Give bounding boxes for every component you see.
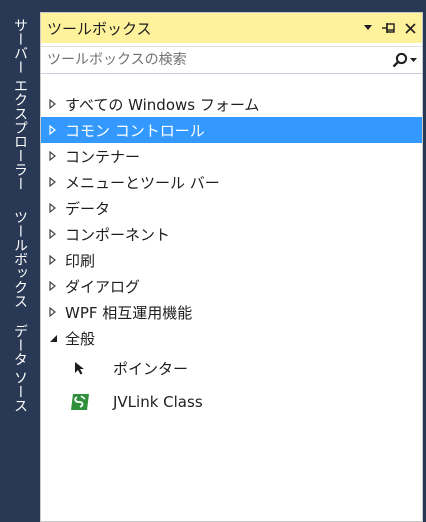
tool-pointer[interactable]: ポインター (41, 351, 422, 385)
category-containers[interactable]: コンテナー (41, 143, 422, 169)
category-components[interactable]: コンポーネント (41, 221, 422, 247)
category-label: メニューとツール バー (65, 173, 220, 192)
close-icon (404, 22, 416, 34)
search-icon (392, 52, 407, 68)
category-label: 全般 (65, 329, 96, 348)
category-label: コンポーネント (65, 225, 171, 244)
category-common-controls[interactable]: コモン コントロール (41, 117, 422, 143)
category-dialogs[interactable]: ダイアログ (41, 273, 422, 299)
triangle-down-icon (364, 25, 372, 30)
category-label: 印刷 (65, 251, 96, 270)
toolbox-tab[interactable]: ツールボックス (0, 205, 40, 313)
collapsed-arrow-icon[interactable] (41, 99, 61, 109)
auto-hide-pin-button[interactable] (380, 19, 398, 37)
collapsed-arrow-icon[interactable] (41, 281, 61, 291)
category-label: すべての Windows フォーム (65, 95, 260, 114)
category-label: ダイアログ (65, 277, 141, 296)
toolbox-window: ツールボックス すべての Windows (40, 12, 423, 522)
tool-label: ポインター (113, 359, 189, 378)
collapsed-arrow-icon[interactable] (41, 125, 61, 135)
close-button[interactable] (401, 19, 419, 37)
tool-label: JVLink Class (113, 393, 203, 411)
window-options-button[interactable] (359, 19, 377, 37)
toolbox-search-input[interactable] (41, 47, 386, 73)
search-button[interactable] (386, 47, 422, 73)
category-data[interactable]: データ (41, 195, 422, 221)
toolbox-title: ツールボックス (47, 19, 152, 38)
collapsed-arrow-icon[interactable] (41, 203, 61, 213)
pointer-arrow-icon (69, 357, 91, 379)
pin-icon (382, 23, 395, 33)
category-menus-toolbars[interactable]: メニューとツール バー (41, 169, 422, 195)
category-label: コモン コントロール (65, 121, 205, 140)
category-label: コンテナー (65, 147, 141, 166)
category-label: WPF 相互運用機能 (65, 303, 193, 322)
chevron-down-icon (409, 57, 417, 62)
toolbox-tab-label: ツールボックス (12, 210, 28, 308)
collapsed-arrow-icon[interactable] (41, 307, 61, 317)
collapsed-arrow-icon[interactable] (41, 177, 61, 187)
category-printing[interactable]: 印刷 (41, 247, 422, 273)
jvlink-component-icon (69, 391, 91, 413)
collapsed-arrow-icon[interactable] (41, 151, 61, 161)
toolbox-title-bar[interactable]: ツールボックス (41, 13, 422, 43)
category-general[interactable]: 全般 (41, 325, 422, 351)
data-sources-tab-label: データ ソース (12, 323, 28, 413)
category-wpf-interop[interactable]: WPF 相互運用機能 (41, 299, 422, 325)
dock-tab-strip: サーバー エクスプローラー ツールボックス データ ソース (0, 0, 40, 522)
collapsed-arrow-icon[interactable] (41, 229, 61, 239)
category-label: データ (65, 199, 111, 218)
collapsed-arrow-icon[interactable] (41, 255, 61, 265)
category-all-windows-forms[interactable]: すべての Windows フォーム (41, 91, 422, 117)
toolbox-search-box (41, 46, 422, 74)
server-explorer-tab-label: サーバー エクスプローラー (12, 17, 28, 191)
server-explorer-tab[interactable]: サーバー エクスプローラー (0, 8, 40, 200)
toolbox-tree: すべての Windows フォーム コモン コントロール コンテナー メニューと… (41, 91, 422, 419)
expanded-arrow-icon[interactable] (41, 334, 61, 343)
tool-jvlink-class[interactable]: JVLink Class (41, 385, 422, 419)
data-sources-tab[interactable]: データ ソース (0, 318, 40, 418)
